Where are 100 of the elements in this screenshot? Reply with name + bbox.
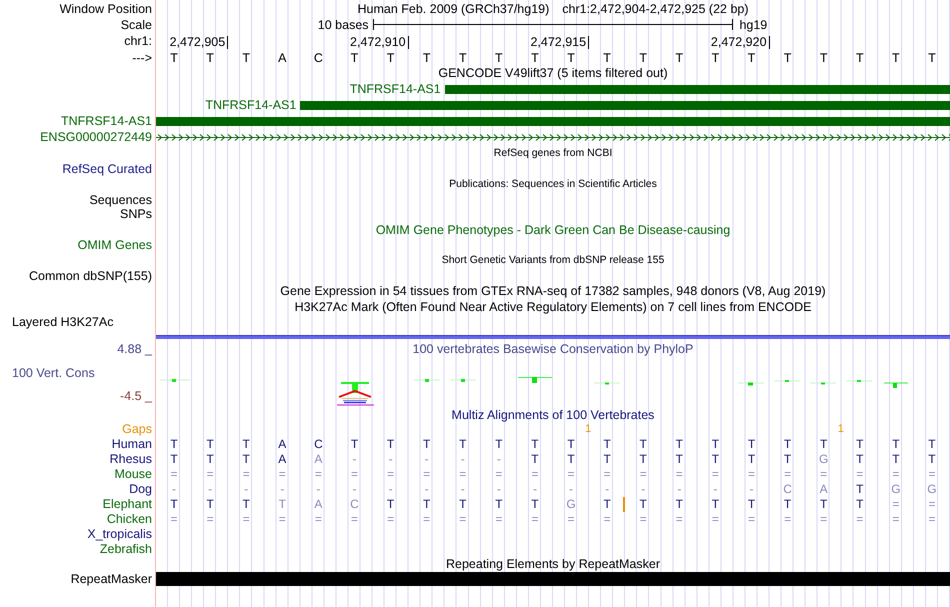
alignment-base: - <box>496 452 502 466</box>
alignment-base: T <box>638 496 648 512</box>
alignment-base: = <box>170 512 179 526</box>
alignment-base: = <box>927 512 936 526</box>
alignment-base: = <box>927 496 936 512</box>
alignment-base: = <box>891 466 900 482</box>
alignment-base: = <box>350 512 359 526</box>
gene-bar[interactable] <box>156 116 950 126</box>
alignment-base: - <box>171 482 178 496</box>
alignment-base: = <box>242 512 251 526</box>
alignment-base: A <box>818 482 829 496</box>
alignment-base: = <box>278 466 287 482</box>
alignment-base: T <box>819 496 828 512</box>
alignment-base: = <box>530 466 540 482</box>
alignment-base: - <box>676 482 682 496</box>
alignment-base: T <box>530 496 540 512</box>
alignment-base: T <box>710 496 720 512</box>
row-label: chr1: <box>124 34 152 48</box>
alignment-base: T <box>746 436 756 452</box>
track-label[interactable]: Sequences <box>89 192 152 207</box>
alignment-base: T <box>169 452 179 466</box>
alignment-base: = <box>494 466 504 482</box>
base-letter: T <box>854 50 865 64</box>
alignment-base: T <box>782 496 792 512</box>
gene-label[interactable]: ENSG00000272449 <box>40 130 152 144</box>
base-letter: T <box>710 50 720 64</box>
track-title: GENCODE V49lift37 (5 items filtered out) <box>438 66 668 80</box>
alignment-base: T <box>205 496 215 512</box>
alignment-base: - <box>460 482 466 496</box>
gene-label[interactable]: TNFRSF14-AS1 <box>350 82 445 96</box>
alignment-base: A <box>277 452 288 466</box>
track-label[interactable]: Common dbSNP(155) <box>29 268 152 283</box>
alignment-base: = <box>530 512 540 526</box>
alignment-base: T <box>530 436 540 452</box>
alignment-base: T <box>169 436 179 452</box>
alignment-base: = <box>386 466 396 482</box>
alignment-base: - <box>351 452 358 466</box>
alignment-base: = <box>602 466 612 482</box>
alignment-base: C <box>782 482 793 496</box>
track-label[interactable]: Layered H3K27Ac <box>12 315 114 330</box>
alignment-base: = <box>458 466 468 482</box>
track-label[interactable]: RefSeq Curated <box>62 162 152 176</box>
base-letter: T <box>782 50 792 64</box>
alignment-base: = <box>674 512 684 526</box>
base-letter: T <box>638 50 648 64</box>
alignment-base: T <box>350 436 360 452</box>
base-letter: T <box>674 50 684 64</box>
alignment-base: - <box>568 482 574 496</box>
alignment-base: - <box>243 482 250 496</box>
alignment-base: T <box>782 452 792 466</box>
alignment-base: T <box>169 496 179 512</box>
alignment-base: G <box>926 482 938 496</box>
track-title: Multiz Alignments of 100 Vertebrates <box>452 408 654 422</box>
track-label[interactable]: 100 Vert. Cons <box>0 366 95 380</box>
alignment-base: T <box>855 436 864 452</box>
alignment-base: - <box>604 482 610 496</box>
position-tick: 2,472,905 <box>170 36 228 49</box>
alignment-base: - <box>532 482 538 496</box>
gene-bar[interactable] <box>444 84 950 94</box>
track-title: H3K27Ac Mark (Often Found Near Active Regulatory Elements) on 7 cell lines from ENCODE <box>294 300 812 314</box>
alignment-base: T <box>746 452 756 466</box>
intron-line-drawing[interactable] <box>156 132 950 142</box>
gene-label[interactable]: TNFRSF14-AS1 <box>61 114 152 128</box>
alignment-base: T <box>710 436 720 452</box>
base-letter: T <box>818 50 828 64</box>
alignment-base: T <box>422 496 432 512</box>
alignment-base: - <box>496 482 502 496</box>
base-letter: T <box>494 50 504 64</box>
alignment-base: = <box>783 466 792 482</box>
base-letter: T <box>530 50 540 64</box>
alignment-base: C <box>349 496 360 512</box>
alignment-base: T <box>458 436 468 452</box>
axis-max-label: 4.88 _ <box>117 342 152 356</box>
alignment-base: = <box>819 512 828 526</box>
position-tick: 2,472,910 <box>350 36 409 49</box>
track-label[interactable]: SNPs <box>120 207 152 222</box>
alignment-base: = <box>278 512 287 526</box>
alignment-base: - <box>424 452 430 466</box>
alignment-base: = <box>674 466 684 482</box>
alignment-base: = <box>566 466 576 482</box>
track-label[interactable]: OMIM Genes <box>78 238 152 252</box>
alignment-base: = <box>783 512 792 526</box>
track-title: Publications: Sequences in Scientific Articles <box>449 178 657 190</box>
alignment-base: G <box>818 452 830 466</box>
base-letter: T <box>458 50 468 64</box>
track-label[interactable]: RepeatMasker <box>70 572 152 586</box>
alignment-base: C <box>313 436 324 452</box>
alignment-base: = <box>746 512 756 526</box>
scale-text: 10 bases <box>318 18 370 32</box>
gene-label[interactable]: TNFRSF14-AS1 <box>205 98 300 112</box>
row-label: Scale <box>120 18 152 32</box>
gene-bar[interactable] <box>300 100 950 110</box>
alignment-base: = <box>314 466 323 482</box>
alignment-base: T <box>278 496 287 512</box>
alignment-base: = <box>206 512 215 526</box>
alignment-base: = <box>819 466 828 482</box>
alignment-base: T <box>674 496 684 512</box>
alignment-base: T <box>927 452 937 466</box>
track-title: OMIM Gene Phenotypes - Dark Green Can Be Disease-causing <box>376 222 730 236</box>
alignment-base: = <box>242 466 251 482</box>
